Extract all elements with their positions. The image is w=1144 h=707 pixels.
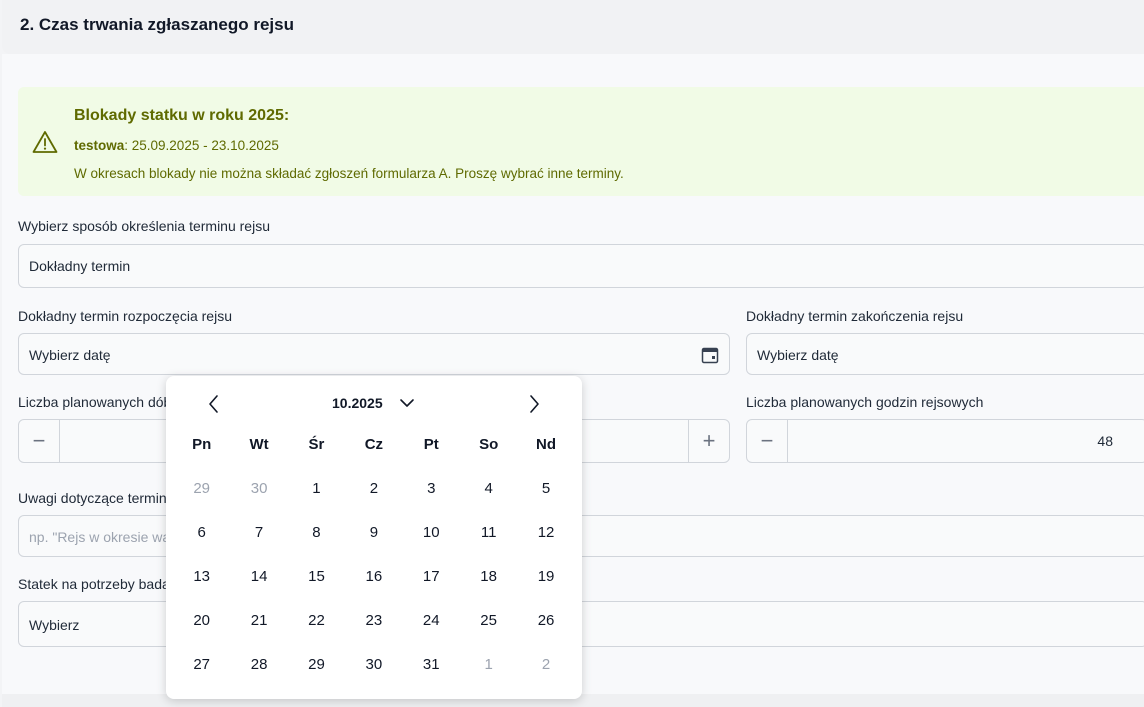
next-month-button[interactable] [522,393,546,415]
calendar-day[interactable]: 24 [403,610,460,654]
days-decrement-button[interactable]: − [19,420,60,462]
calendar-day-outside[interactable]: 30 [230,478,287,522]
weekday-label: Pt [423,436,439,453]
hours-decrement-button[interactable]: − [747,420,788,462]
section-title: 2. Czas trwania zgłaszanego rejsu [20,15,294,34]
calendar-week: 20 21 22 23 24 25 26 [173,610,575,654]
calendar-day[interactable]: 18 [460,566,517,610]
block-name: testowa [74,138,125,153]
prev-month-button[interactable] [202,393,226,415]
weekday-label: So [479,436,499,453]
hours-stepper[interactable]: − 48 [746,419,1144,463]
calendar-day[interactable]: 2 [345,478,402,522]
calendar-day[interactable]: 10 [403,522,460,566]
weekday-label: Wt [249,436,269,453]
calendar-day[interactable]: 1 [288,478,345,522]
term-mode-label: Wybierz sposób określenia terminu rejsu [18,218,270,234]
weekday-label: Nd [536,436,557,453]
calendar-day[interactable]: 3 [403,478,460,522]
calendar-day[interactable]: 13 [173,566,230,610]
datepicker-month-title[interactable]: 10.2025 [332,395,383,411]
calendar-day[interactable]: 20 [173,610,230,654]
calendar-day[interactable]: 16 [345,566,402,610]
chevron-right-icon [530,395,539,413]
weekday-header: Pn Wt Śr Cz Pt So Nd [173,434,575,478]
calendar-day[interactable]: 17 [403,566,460,610]
section-header: 2. Czas trwania zgłaszanego rejsu [2,0,1144,54]
calendar-grid: Pn Wt Śr Cz Pt So Nd 29 30 1 2 3 4 5 6 7 8 9 10 11 12 13 14 15 1… [173,434,575,698]
chevron-left-icon [209,395,218,413]
ship-value: Wybierz [29,617,80,633]
start-date-input[interactable]: Wybierz datę [18,333,730,375]
alert-title: Blokady statku w roku 2025: [74,107,290,124]
datepicker-popup: 10.2025 Pn Wt Śr Cz Pt So Nd 29 30 1 2 3 4 5 6 7 8 9 10 11 1… [166,376,582,699]
days-label: Liczba planowanych dób [18,394,172,410]
end-date-label: Dokładny termin zakończenia rejsu [746,308,964,324]
calendar-day[interactable]: 29 [288,654,345,698]
calendar-day-outside[interactable]: 2 [517,654,574,698]
calendar-icon[interactable] [701,346,719,369]
calendar-week: 27 28 29 30 31 1 2 [173,654,575,698]
weekday-label: Śr [308,436,325,453]
calendar-day[interactable]: 7 [230,522,287,566]
alert-note: W okresach blokady nie można składać zgł… [74,166,624,181]
calendar-day[interactable]: 14 [230,566,287,610]
calendar-day[interactable]: 6 [173,522,230,566]
ship-label: Statek na potrzeby bada [18,576,170,592]
calendar-week: 29 30 1 2 3 4 5 [173,478,575,522]
hours-value: 48 [1097,433,1113,449]
warning-icon [32,130,58,159]
weekday-label: Cz [364,436,384,453]
start-date-value: Wybierz datę [29,347,111,363]
calendar-day[interactable]: 19 [517,566,574,610]
calendar-week: 13 14 15 16 17 18 19 [173,566,575,610]
calendar-week: 6 7 8 9 10 11 12 [173,522,575,566]
weekday-label: Pn [192,436,212,453]
calendar-day[interactable]: 8 [288,522,345,566]
calendar-day[interactable]: 27 [173,654,230,698]
calendar-day[interactable]: 31 [403,654,460,698]
end-date-input[interactable]: Wybierz datę [746,333,1144,375]
calendar-day-outside[interactable]: 1 [460,654,517,698]
calendar-day[interactable]: 25 [460,610,517,654]
calendar-day[interactable]: 12 [517,522,574,566]
calendar-day-outside[interactable]: 29 [173,478,230,522]
calendar-day[interactable]: 15 [288,566,345,610]
calendar-day[interactable]: 23 [345,610,402,654]
calendar-day[interactable]: 9 [345,522,402,566]
hours-label: Liczba planowanych godzin rejsowych [746,394,984,410]
ship-block-alert: Blokady statku w roku 2025: testowa: 25.… [18,87,1144,196]
start-date-label: Dokładny termin rozpoczęcia rejsu [18,308,232,324]
block-range: : 25.09.2025 - 23.10.2025 [124,138,279,153]
calendar-day[interactable]: 26 [517,610,574,654]
term-mode-select[interactable]: Dokładny termin [18,244,1144,288]
calendar-day[interactable]: 11 [460,522,517,566]
days-increment-button[interactable]: + [688,420,729,462]
month-dropdown-toggle[interactable] [398,395,416,411]
remarks-placeholder: np. "Rejs w okresie wa [29,529,171,545]
calendar-day[interactable]: 30 [345,654,402,698]
calendar-day[interactable]: 28 [230,654,287,698]
calendar-day[interactable]: 4 [460,478,517,522]
calendar-day[interactable]: 21 [230,610,287,654]
calendar-day[interactable]: 5 [517,478,574,522]
remarks-label: Uwagi dotyczące termin [18,490,167,506]
chevron-down-icon [400,399,414,407]
calendar-day[interactable]: 22 [288,610,345,654]
block-period: testowa: 25.09.2025 - 23.10.2025 [74,138,279,153]
term-mode-value: Dokładny termin [29,258,131,274]
end-date-value: Wybierz datę [757,347,839,363]
